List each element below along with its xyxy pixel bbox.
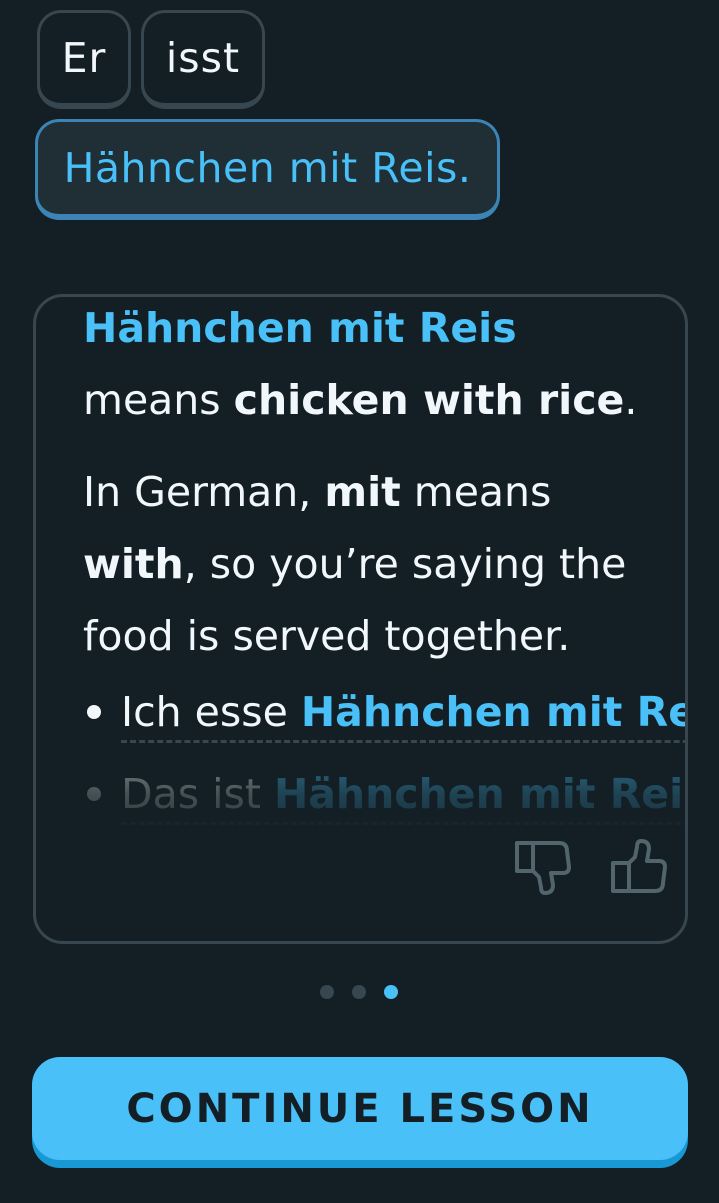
selected-phrase-chip[interactable]: Hähnchen mit Reis.	[35, 119, 500, 220]
thumbs-up-button[interactable]	[604, 832, 674, 902]
p2-line2-rest: , so you’re saying the	[183, 540, 627, 588]
paragraph2-line2: with, so you’re saying the	[83, 539, 626, 589]
example-item-2[interactable]: Das ist Hähnchen mit Reis	[83, 769, 685, 825]
example-2-prefix: Das ist	[121, 770, 274, 818]
pagination-dot[interactable]	[352, 985, 366, 999]
continue-lesson-button[interactable]: CONTINUE LESSON	[32, 1057, 688, 1160]
means-suffix: .	[624, 376, 638, 424]
paragraph2-line3: food is served together.	[83, 611, 570, 661]
example-sentence-2[interactable]: Das ist Hähnchen mit Reis	[121, 770, 688, 825]
meaning-line: means chicken with rice.	[83, 375, 637, 425]
p2-keyword-with: with	[83, 540, 184, 588]
example-2-highlight: Hähnchen mit Reis	[273, 770, 688, 818]
pagination-dot-active[interactable]	[384, 985, 398, 999]
p2-middle: means	[400, 468, 552, 516]
example-item-1[interactable]: Ich esse Hähnchen mit Reis	[83, 687, 685, 743]
thumbs-down-button[interactable]	[508, 832, 578, 902]
means-prefix: means	[83, 376, 234, 424]
explanation-card: Hähnchen mit Reis means chicken with ric…	[33, 294, 688, 944]
p2-line3: food is served together.	[83, 612, 571, 660]
word-chips-row: Er isst	[37, 10, 265, 109]
bullet-icon	[87, 705, 101, 719]
example-sentence-1[interactable]: Ich esse Hähnchen mit Reis	[121, 688, 685, 743]
paragraph2-line1: In German, mit means	[83, 467, 551, 517]
example-1-highlight: Hähnchen mit Reis	[300, 688, 685, 736]
p2-prefix: In German,	[83, 468, 325, 516]
term-line: Hähnchen mit Reis	[83, 303, 517, 353]
translation-text: chicken with rice	[233, 376, 625, 424]
word-chip-isst[interactable]: isst	[141, 10, 265, 109]
p2-keyword-mit: mit	[324, 468, 401, 516]
pagination-dots	[320, 985, 398, 999]
word-chip-er[interactable]: Er	[37, 10, 131, 109]
term-highlight: Hähnchen mit Reis	[83, 304, 517, 352]
thumbs-up-icon	[611, 839, 667, 893]
example-1-prefix: Ich esse	[121, 688, 301, 736]
thumbs-down-icon	[515, 841, 571, 895]
bullet-icon	[87, 787, 101, 801]
pagination-dot[interactable]	[320, 985, 334, 999]
